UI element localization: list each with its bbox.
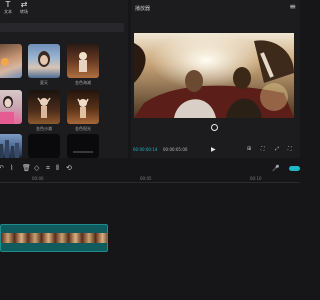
media-item[interactable] bbox=[67, 90, 99, 124]
timeline-toolbar: ↶ ⌇ 🗑 ◇ ⌗ ⫴ ⟲ 🎤 bbox=[0, 163, 300, 175]
media-item[interactable] bbox=[0, 90, 22, 124]
media-item[interactable] bbox=[0, 134, 22, 158]
media-panel: T 文本 ⇄ 转场 夏天 金色海滩 金色沙滩 金色阳光 bbox=[0, 0, 128, 158]
media-caption: 金色海滩 bbox=[75, 80, 91, 85]
media-item[interactable] bbox=[0, 44, 22, 78]
media-caption: 金色阳光 bbox=[75, 126, 91, 131]
rotate-icon[interactable]: ⟲ bbox=[66, 164, 72, 173]
player-title: 播放器 bbox=[135, 6, 151, 12]
snap-toggle[interactable] bbox=[289, 166, 300, 171]
media-caption: 夏天 bbox=[40, 80, 48, 85]
ruler-tick: 00:10 bbox=[250, 176, 262, 181]
player-panel: 播放器 ≡ 00:00:00:14 00:00:05:00 ▶ ⊞ ⛶ ⤢ ⛶ bbox=[131, 0, 300, 158]
fullscreen-icon[interactable]: ⛶ bbox=[288, 146, 292, 152]
tab-text[interactable]: T 文本 bbox=[0, 0, 16, 18]
left-tabs: T 文本 ⇄ 转场 bbox=[0, 0, 128, 18]
ratio-icon[interactable]: ⊞ bbox=[247, 146, 251, 152]
search-input[interactable] bbox=[0, 23, 124, 32]
total-time: 00:00:05:00 bbox=[163, 147, 188, 152]
ruler-tick: 00:00 bbox=[32, 176, 44, 181]
timeline-ruler[interactable]: 00:00 00:05 00:10 bbox=[0, 175, 300, 183]
media-item[interactable] bbox=[28, 134, 60, 158]
video-preview[interactable] bbox=[134, 33, 294, 118]
media-item[interactable] bbox=[67, 134, 99, 158]
text-icon: T bbox=[5, 0, 11, 9]
menu-icon[interactable]: ≡ bbox=[289, 2, 296, 11]
tab-transition-label: 转场 bbox=[20, 9, 28, 14]
ruler-tick: 00:05 bbox=[140, 176, 152, 181]
undo-icon[interactable]: ↶ bbox=[0, 164, 4, 173]
video-clip[interactable] bbox=[0, 224, 108, 252]
media-caption: 金色沙滩 bbox=[36, 126, 52, 131]
tab-transition[interactable]: ⇄ 转场 bbox=[16, 0, 32, 18]
mic-icon[interactable]: 🎤 bbox=[272, 164, 279, 173]
zoom-icon[interactable]: ⤢ bbox=[275, 146, 279, 152]
fit-icon[interactable]: ⛶ bbox=[261, 146, 265, 152]
current-time: 00:00:00:14 bbox=[133, 147, 158, 152]
play-button[interactable]: ▶ bbox=[211, 146, 216, 153]
tab-text-label: 文本 bbox=[4, 9, 12, 14]
crop-icon[interactable]: ⌗ bbox=[46, 164, 50, 173]
clip-thumbnails bbox=[1, 233, 107, 243]
media-item[interactable] bbox=[28, 44, 60, 78]
transition-icon: ⇄ bbox=[20, 0, 28, 9]
split-icon[interactable]: ⌇ bbox=[10, 164, 13, 173]
position-knob[interactable] bbox=[211, 124, 218, 131]
freeze-icon[interactable]: ◇ bbox=[34, 164, 39, 173]
delete-icon[interactable]: 🗑 bbox=[22, 164, 31, 173]
media-item[interactable] bbox=[67, 44, 99, 78]
mirror-icon[interactable]: ⫴ bbox=[56, 164, 59, 173]
media-item[interactable] bbox=[28, 90, 60, 124]
